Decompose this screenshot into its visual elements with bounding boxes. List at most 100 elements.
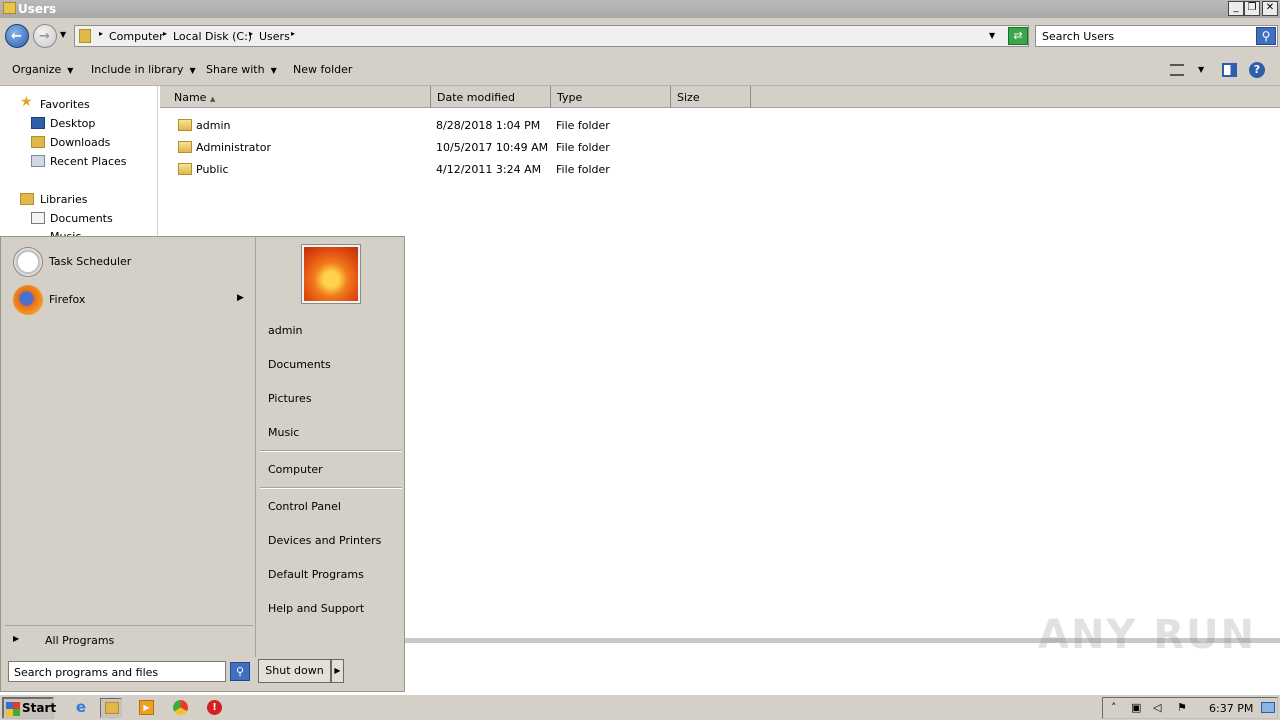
new-folder-button[interactable]: New folder: [293, 63, 352, 76]
column-name[interactable]: Name ▲: [168, 86, 431, 108]
nav-libraries[interactable]: Libraries: [40, 193, 88, 206]
chevron-right-icon[interactable]: ▸: [249, 29, 253, 38]
address-row: ← → ▼ ▸ Computer ▸ Local Disk (C:) ▸ Use…: [0, 18, 1280, 54]
clock[interactable]: 6:37 PM: [1209, 702, 1253, 715]
program-firefox[interactable]: Firefox ▶: [11, 283, 251, 317]
share-with-button[interactable]: Share with ▼: [206, 63, 277, 76]
nav-desktop[interactable]: Desktop: [50, 117, 95, 130]
sort-up-icon: ▲: [209, 95, 216, 103]
link-user[interactable]: admin: [268, 324, 302, 337]
chevron-right-icon[interactable]: ▸: [99, 29, 103, 38]
restore-button[interactable]: ❐: [1244, 1, 1260, 16]
recent-places-icon: [31, 155, 45, 167]
folder-icon: [3, 2, 16, 14]
command-toolbar: Organize ▼ Include in library ▼ Share with…: [0, 54, 1280, 86]
preview-pane-icon[interactable]: [1222, 63, 1237, 77]
file-name: Administrator: [196, 141, 271, 154]
minimize-button[interactable]: _: [1228, 1, 1244, 16]
start-button[interactable]: Start: [2, 697, 57, 719]
window-title: Users: [18, 2, 57, 16]
table-row[interactable]: Public 4/12/2011 3:24 AM File folder: [160, 159, 760, 181]
organize-label: Organize: [12, 63, 62, 76]
media-player-icon[interactable]: ▶: [136, 698, 158, 718]
start-label: Start: [22, 701, 57, 715]
help-icon[interactable]: ?: [1249, 62, 1265, 78]
action-center-flag-icon[interactable]: ⚑: [1177, 702, 1189, 714]
link-music[interactable]: Music: [268, 426, 299, 439]
link-default-programs[interactable]: Default Programs: [268, 568, 364, 581]
file-name: admin: [196, 119, 231, 132]
column-type[interactable]: Type: [551, 86, 671, 108]
nav-documents[interactable]: Documents: [50, 212, 113, 225]
folder-icon: [178, 119, 192, 131]
change-view-icon[interactable]: [1170, 64, 1184, 76]
search-icon[interactable]: ⚲: [1256, 27, 1276, 45]
close-button[interactable]: ✕: [1262, 1, 1278, 16]
chrome-icon[interactable]: [170, 698, 192, 718]
view-options-chevron-icon[interactable]: ▼: [1198, 65, 1204, 74]
volume-icon[interactable]: ◁: [1153, 702, 1165, 714]
taskbar: Start e ▶ ! ˄ ▣ ◁ ⚑ 6:37 PM: [0, 694, 1280, 720]
back-button[interactable]: ←: [5, 24, 29, 48]
separator: [260, 487, 402, 489]
start-search-input[interactable]: Search programs and files: [8, 661, 226, 682]
chevron-right-icon[interactable]: ▸: [163, 29, 167, 38]
window-titlebar[interactable]: Users _ ❐ ✕: [0, 0, 1280, 18]
share-with-label: Share with: [206, 63, 265, 76]
nav-favorites[interactable]: Favorites: [40, 98, 90, 111]
table-row[interactable]: admin 8/28/2018 1:04 PM File folder: [160, 115, 760, 137]
downloads-icon: [31, 136, 45, 148]
address-dropdown-icon[interactable]: ▼: [989, 31, 995, 40]
organize-button[interactable]: Organize ▼: [12, 63, 73, 76]
show-hidden-icons-icon[interactable]: ˄: [1111, 702, 1123, 714]
chevron-down-icon: ▼: [67, 66, 74, 75]
nav-downloads[interactable]: Downloads: [50, 136, 110, 149]
program-task-scheduler[interactable]: Task Scheduler: [11, 245, 251, 279]
table-row[interactable]: Administrator 10/5/2017 10:49 AM File fo…: [160, 137, 760, 159]
network-icon[interactable]: ▣: [1131, 702, 1143, 714]
recent-pages-chevron-icon[interactable]: ▼: [60, 30, 66, 39]
nav-recent-places[interactable]: Recent Places: [50, 155, 127, 168]
include-in-library-button[interactable]: Include in library ▼: [91, 63, 196, 76]
user-picture[interactable]: [302, 245, 360, 303]
search-icon[interactable]: ⚲: [230, 662, 250, 681]
file-type: File folder: [556, 163, 610, 176]
link-computer[interactable]: Computer: [268, 463, 323, 476]
shutdown-button[interactable]: Shut down: [258, 659, 331, 683]
column-date-modified[interactable]: Date modified: [431, 86, 551, 108]
firefox-icon: [13, 285, 43, 315]
chevron-down-icon: ▼: [189, 66, 196, 75]
system-tray: ˄ ▣ ◁ ⚑ 6:37 PM: [1102, 697, 1278, 719]
libraries-icon: [20, 193, 34, 205]
refresh-button[interactable]: ⇄: [1008, 27, 1028, 45]
explorer-taskbar-button[interactable]: [100, 698, 122, 718]
separator: [260, 450, 402, 452]
show-desktop-icon[interactable]: [1261, 702, 1275, 713]
stop-icon[interactable]: !: [204, 698, 226, 718]
forward-button[interactable]: →: [33, 24, 57, 48]
star-icon: ★: [20, 94, 33, 110]
search-input[interactable]: Search Users ⚲: [1035, 25, 1278, 47]
chevron-right-icon[interactable]: ▸: [291, 29, 295, 38]
column-size[interactable]: Size: [671, 86, 751, 108]
submenu-arrow-icon: ▶: [237, 293, 244, 303]
address-bar[interactable]: ▸ Computer ▸ Local Disk (C:) ▸ Users ▸ ▼: [74, 25, 1029, 47]
link-documents[interactable]: Documents: [268, 358, 331, 371]
all-programs-button[interactable]: ▶ All Programs: [5, 625, 253, 651]
start-menu-links: admin Documents Pictures Music Computer …: [255, 237, 405, 657]
search-placeholder: Search Users: [1042, 30, 1115, 43]
start-menu: Task Scheduler Firefox ▶ ▶ All Programs …: [0, 236, 405, 692]
breadcrumb-users[interactable]: Users: [259, 30, 290, 43]
link-help-support[interactable]: Help and Support: [268, 602, 364, 615]
link-pictures[interactable]: Pictures: [268, 392, 312, 405]
file-date: 10/5/2017 10:49 AM: [436, 141, 549, 154]
back-arrow-icon: ←: [11, 29, 22, 44]
start-menu-programs: Task Scheduler Firefox ▶ ▶ All Programs: [3, 239, 253, 651]
breadcrumb-local-disk[interactable]: Local Disk (C:): [173, 30, 252, 43]
link-devices-printers[interactable]: Devices and Printers: [268, 534, 381, 547]
breadcrumb-computer[interactable]: Computer: [109, 30, 164, 43]
link-control-panel[interactable]: Control Panel: [268, 500, 341, 513]
shutdown-options-arrow-icon[interactable]: ▶: [331, 659, 344, 683]
folder-icon: [178, 141, 192, 153]
internet-explorer-icon[interactable]: e: [70, 698, 92, 718]
